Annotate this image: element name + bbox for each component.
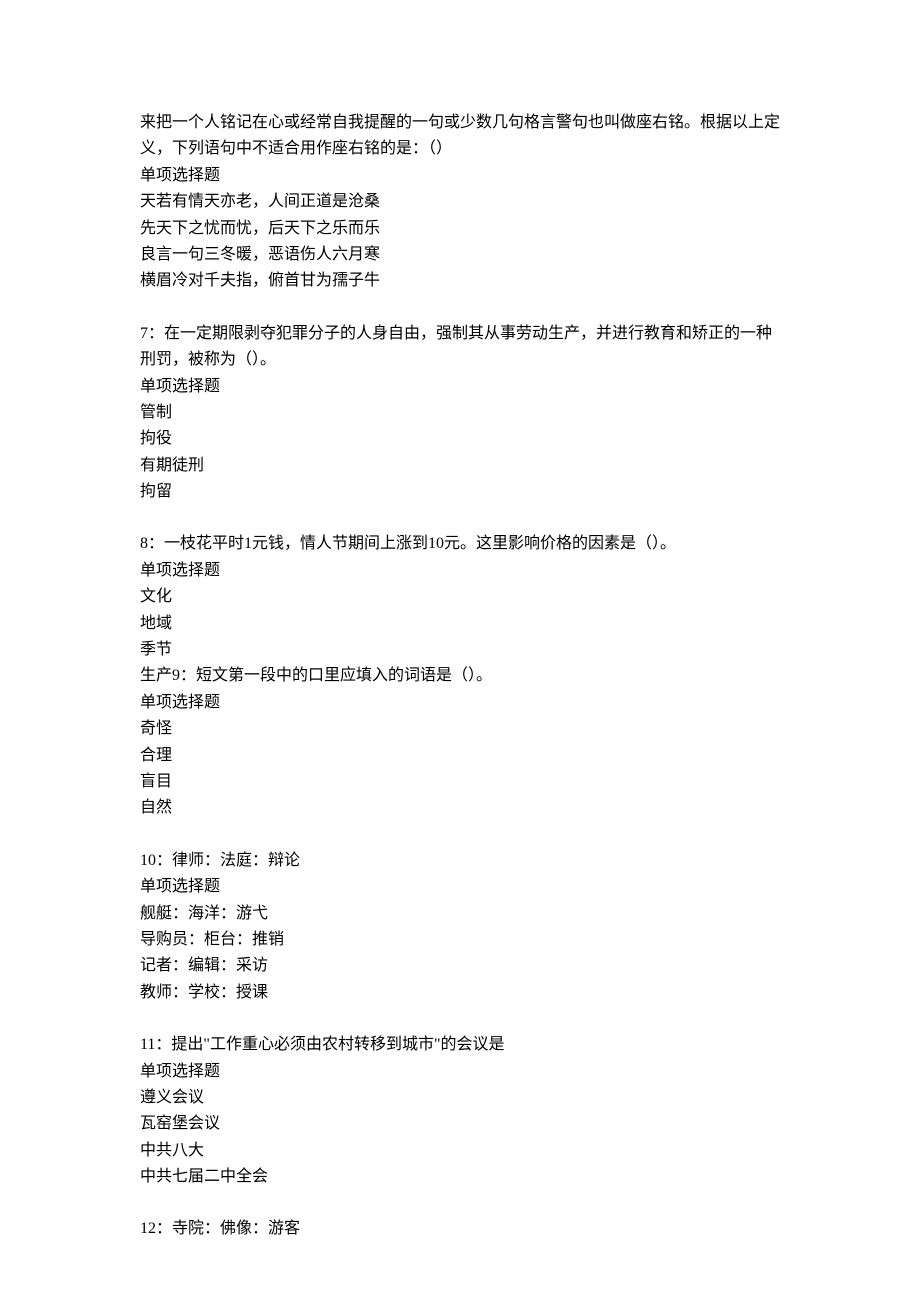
question-type: 单项选择题 [140,690,780,716]
question-8-9: 8：一枝花平时1元钱，情人节期间上涨到10元。这里影响价格的因素是（）。 单项选… [140,531,780,821]
question-type: 单项选择题 [140,374,780,400]
question-6-continuation: 来把一个人铭记在心或经常自我提醒的一句或少数几句格言警句也叫做座右铭。根据以上定… [140,110,780,295]
question-7: 7：在一定期限剥夺犯罪分子的人身自由，强制其从事劳动生产，并进行教育和矫正的一种… [140,321,780,506]
option: 导购员：柜台：推销 [140,927,780,953]
question-type: 单项选择题 [140,874,780,900]
question-text: 10：律师：法庭：辩论 [140,848,780,874]
option-text: 生产 [140,667,172,684]
option: 记者：编辑：采访 [140,953,780,979]
option: 良言一句三冬暖，恶语伤人六月寒 [140,242,780,268]
option: 季节 [140,637,780,663]
option: 自然 [140,795,780,821]
option: 盲目 [140,769,780,795]
question-text: 12：寺院：佛像：游客 [140,1216,780,1242]
question-text: 来把一个人铭记在心或经常自我提醒的一句或少数几句格言警句也叫做座右铭。根据以上定… [140,110,780,163]
option: 拘留 [140,479,780,505]
option: 横眉冷对千夫指，俯首甘为孺子牛 [140,268,780,294]
question-type: 单项选择题 [140,558,780,584]
option: 先天下之忧而忧，后天下之乐而乐 [140,216,780,242]
question-11: 11：提出"工作重心必须由农村转移到城市"的会议是 单项选择题 遵义会议 瓦窑堡… [140,1032,780,1190]
option: 瓦窑堡会议 [140,1111,780,1137]
option: 舰艇：海洋：游弋 [140,901,780,927]
question-text: 11：提出"工作重心必须由农村转移到城市"的会议是 [140,1032,780,1058]
option: 有期徒刑 [140,453,780,479]
option-and-next-question: 生产9：短文第一段中的口里应填入的词语是（）。 [140,663,780,689]
option: 拘役 [140,426,780,452]
option: 奇怪 [140,716,780,742]
question-type: 单项选择题 [140,163,780,189]
question-text: 9：短文第一段中的口里应填入的词语是（）。 [172,667,492,684]
question-text: 7：在一定期限剥夺犯罪分子的人身自由，强制其从事劳动生产，并进行教育和矫正的一种… [140,321,780,374]
option: 中共八大 [140,1138,780,1164]
option: 教师：学校：授课 [140,980,780,1006]
option: 合理 [140,743,780,769]
option: 地域 [140,611,780,637]
option: 文化 [140,584,780,610]
question-10: 10：律师：法庭：辩论 单项选择题 舰艇：海洋：游弋 导购员：柜台：推销 记者：… [140,848,780,1006]
option: 中共七届二中全会 [140,1164,780,1190]
option: 遵义会议 [140,1085,780,1111]
question-12: 12：寺院：佛像：游客 [140,1216,780,1242]
option: 管制 [140,400,780,426]
option: 天若有情天亦老，人间正道是沧桑 [140,189,780,215]
question-type: 单项选择题 [140,1059,780,1085]
question-text: 8：一枝花平时1元钱，情人节期间上涨到10元。这里影响价格的因素是（）。 [140,531,780,557]
